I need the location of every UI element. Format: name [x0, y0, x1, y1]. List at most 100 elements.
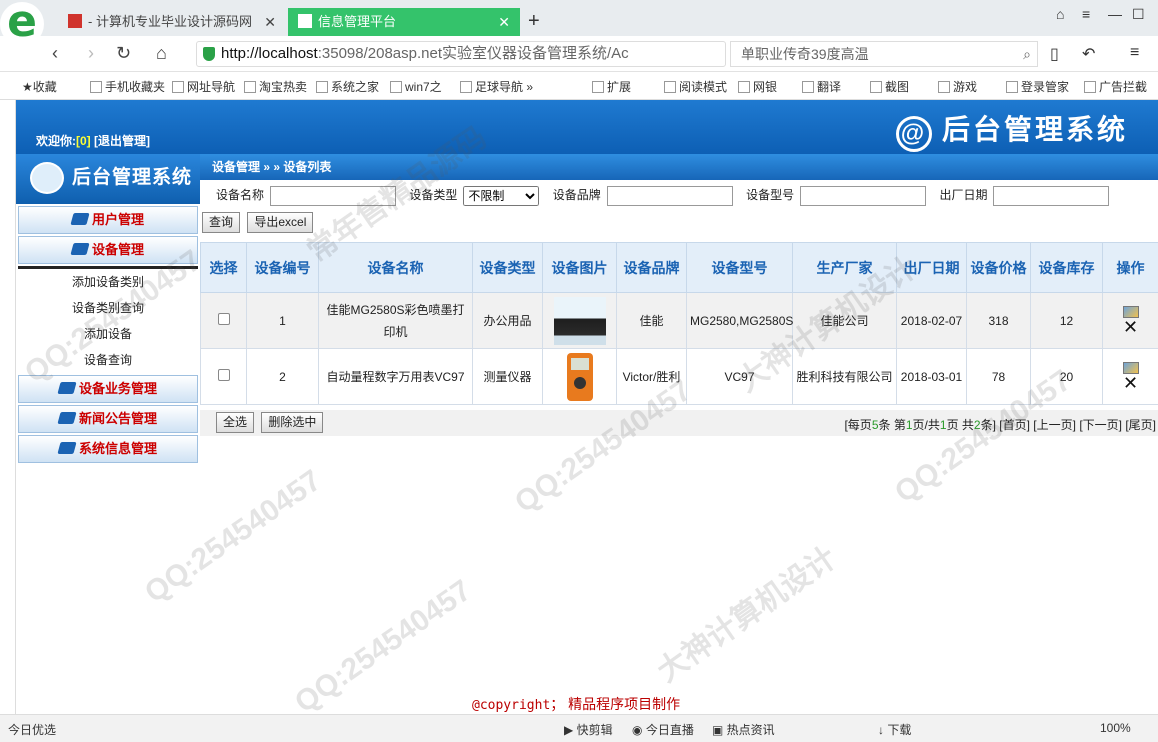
url-field[interactable]: http://localhost:35098/208asp.net实验室仪器设备… [196, 41, 726, 67]
sidebar-item-category-query[interactable]: 设备类别查询 [16, 295, 200, 321]
cell-name: 自动量程数字万用表VC97 [318, 348, 473, 405]
bookmark-item[interactable]: 网址导航 [172, 78, 235, 95]
tab-title: 信息管理平台 [318, 14, 397, 29]
edit-icon[interactable] [1122, 361, 1139, 374]
new-tab-button[interactable]: + [528, 8, 540, 34]
status-item[interactable]: ▶ 快剪辑 [564, 721, 613, 738]
brand-title: @ 后台管理系统 [895, 108, 1128, 152]
at-logo-icon: @ [895, 116, 932, 152]
close-tab-icon[interactable]: ✕ [264, 8, 276, 36]
filter-model-label: 设备型号 [746, 188, 795, 202]
logout-link[interactable]: [退出管理] [94, 134, 150, 148]
query-button[interactable]: 查询 [202, 212, 241, 233]
delete-selected-button[interactable]: 删除选中 [261, 412, 324, 433]
menu-device-management[interactable]: 设备管理 [18, 236, 198, 264]
forward-icon[interactable]: › [88, 43, 94, 64]
tab-info-platform[interactable]: 信息管理平台 ✕ [288, 8, 520, 36]
bookmark-label: 登录管家 [1021, 80, 1070, 94]
bookmark-label: 网银 [753, 80, 778, 94]
search-field[interactable]: 单职业传奇39度高温 ⌕ [730, 41, 1038, 67]
sidebar-item-device-query[interactable]: 设备查询 [16, 347, 200, 373]
menu-label: 新闻公告管理 [78, 411, 157, 426]
menu-news-management[interactable]: 新闻公告管理 [18, 405, 198, 433]
bookmark-item[interactable]: 广告拦截 [1084, 78, 1147, 95]
export-excel-button[interactable]: 导出excel [247, 212, 314, 233]
manufacture-date-input[interactable] [993, 185, 1110, 206]
first-page-link[interactable]: [首页] [999, 418, 1030, 432]
sidebar-item-add-category[interactable]: 添加设备类别 [16, 269, 200, 295]
bookmark-item[interactable]: 登录管家 [1006, 78, 1069, 95]
last-page-link[interactable]: [尾页] [1125, 418, 1156, 432]
undo-icon[interactable]: ↶ [1082, 44, 1095, 64]
back-icon[interactable]: ‹ [52, 43, 58, 64]
menu-business-management[interactable]: 设备业务管理 [18, 375, 198, 403]
refresh-icon[interactable]: ↻ [116, 43, 131, 64]
device-brand-input[interactable] [606, 185, 733, 206]
delete-icon[interactable]: ✕ [1106, 374, 1155, 392]
bookmark-item[interactable]: 游戏 [938, 78, 977, 95]
bookmark-item[interactable]: ★收藏 [22, 78, 57, 95]
status-item[interactable]: ↓ 下载 [878, 721, 911, 738]
status-item[interactable]: ◉ 今日直播 [632, 721, 694, 738]
device-model-input[interactable] [800, 185, 927, 206]
cell-stock: 20 [1030, 348, 1103, 405]
bookmark-label: 网址导航 [187, 80, 236, 94]
column-header: 选择 [200, 242, 247, 293]
bookmark-item[interactable]: 扩展 [592, 78, 631, 95]
minimize-icon[interactable]: — [1108, 6, 1122, 22]
maximize-icon[interactable]: ☐ [1132, 6, 1145, 23]
cell-model: VC97 [686, 348, 793, 405]
status-today-pick[interactable]: 今日优选 [8, 721, 56, 738]
menu-system-management[interactable]: 系统信息管理 [18, 435, 198, 463]
bookmark-label: 足球导航 [475, 80, 524, 94]
brand-text: 后台管理系统 [941, 114, 1128, 145]
cell-image [542, 348, 617, 405]
cell-maker: 佳能公司 [792, 292, 897, 349]
menu-icon[interactable]: ≡ [1082, 6, 1090, 22]
menu-user-management[interactable]: 用户管理 [18, 206, 198, 234]
menu-hand-icon [57, 382, 77, 394]
search-text: 单职业传奇39度高温 [741, 46, 869, 62]
filter-row: 设备名称 设备类型 不限制 设备品牌 设备型号 出厂日期 [200, 180, 1158, 210]
bookmark-item[interactable]: 足球导航 » [460, 78, 533, 95]
menu-label: 设备管理 [91, 242, 144, 257]
mobile-icon[interactable]: ▯ [1050, 44, 1059, 64]
table-header-row: 选择 设备编号 设备名称 设备类型 设备图片 设备品牌 设备型号 生产厂家 出厂… [200, 242, 1158, 293]
select-all-button[interactable]: 全选 [216, 412, 255, 433]
column-header: 操作 [1102, 242, 1158, 293]
close-tab-icon[interactable]: ✕ [498, 8, 510, 36]
shirt-skin-icon[interactable]: ⌂ [1056, 6, 1064, 22]
device-type-select[interactable]: 不限制 [463, 185, 540, 206]
prev-page-link[interactable]: [上一页] [1033, 418, 1076, 432]
cell-brand: 佳能 [616, 292, 687, 349]
status-item[interactable]: ▣ 热点资讯 [712, 721, 775, 738]
bookmark-item[interactable]: 手机收藏夹 [90, 78, 165, 95]
delete-icon[interactable]: ✕ [1106, 318, 1155, 336]
menu-hand-icon [57, 442, 77, 454]
browser-menu-icon[interactable]: ≡ [1130, 44, 1139, 62]
sidebar-item-add-device[interactable]: 添加设备 [16, 321, 200, 347]
bookmark-item[interactable]: 截图 [870, 78, 909, 95]
cell-actions: ✕ [1102, 348, 1158, 405]
menu-hand-icon [70, 213, 90, 225]
bookmark-item[interactable]: 翻译 [802, 78, 841, 95]
address-bar-row: ‹ › ↻ ⌂ http://localhost:35098/208asp.ne… [0, 36, 1158, 72]
row-checkbox[interactable] [217, 368, 230, 381]
row-checkbox[interactable] [217, 312, 230, 325]
tab-computer-site[interactable]: - 计算机专业毕业设计源码网 ✕ [58, 8, 286, 36]
bookmark-item[interactable]: 淘宝热卖 [244, 78, 307, 95]
edit-icon[interactable] [1122, 305, 1139, 318]
bookmark-item[interactable]: 系统之家 [316, 78, 379, 95]
bookmark-item[interactable]: 阅读模式 [664, 78, 727, 95]
bookmark-item[interactable]: 网银 [738, 78, 777, 95]
next-page-link[interactable]: [下一页] [1079, 418, 1122, 432]
select-cell [200, 348, 247, 405]
zoom-level[interactable]: 100% [1100, 721, 1131, 735]
cell-date: 2018-02-07 [896, 292, 967, 349]
bookmark-item[interactable]: win7之 [390, 78, 442, 95]
bookmark-label: 淘宝热卖 [259, 80, 308, 94]
menu-label: 系统信息管理 [78, 441, 157, 456]
search-icon[interactable]: ⌕ [1023, 42, 1031, 66]
device-name-input[interactable] [270, 185, 397, 206]
home-icon[interactable]: ⌂ [156, 43, 167, 64]
